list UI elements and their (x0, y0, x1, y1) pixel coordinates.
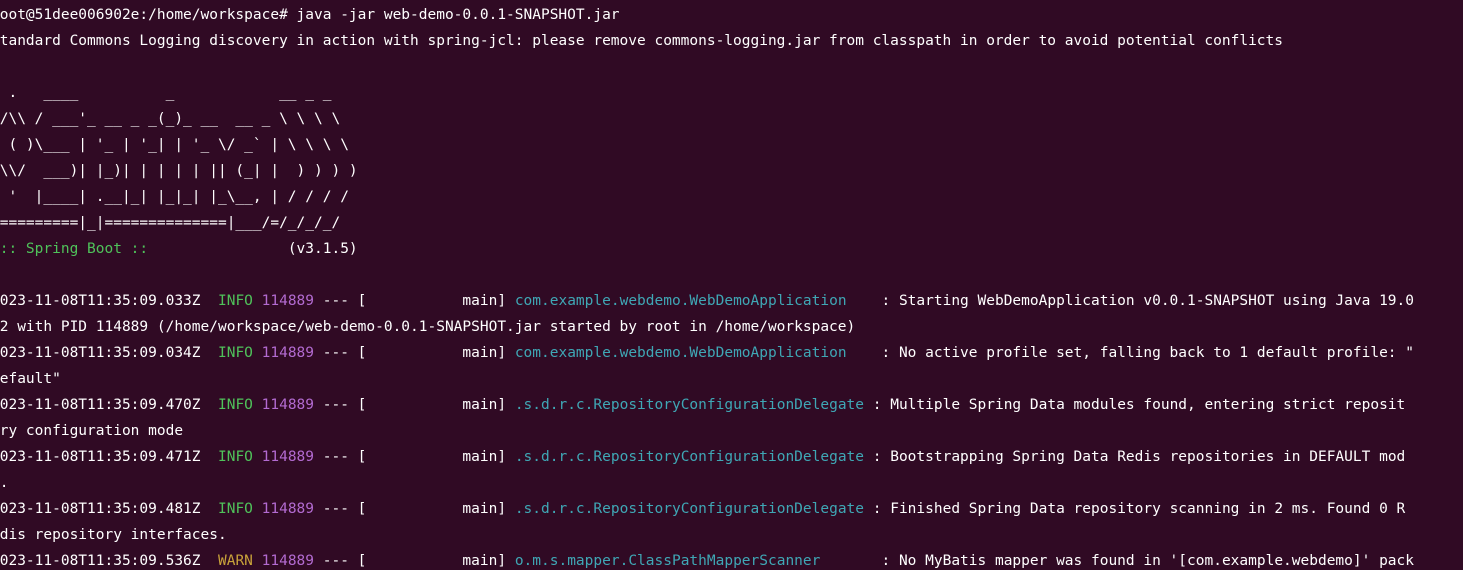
log-message: : No MyBatis mapper was found in '[com.e… (872, 553, 1414, 569)
log-message: : Bootstrapping Spring Data Redis reposi… (864, 449, 1406, 465)
log-line-continuation: e. (0, 475, 9, 491)
log-line: 2023-11-08T11:35:09.033Z INFO 114889 ---… (0, 288, 1414, 314)
log-line: 2023-11-08T11:35:09.470Z INFO 114889 ---… (0, 392, 1414, 418)
log-timestamp: 2023-11-08T11:35:09.034Z (0, 345, 201, 361)
log-message: : Multiple Spring Data modules found, en… (864, 397, 1406, 413)
log-level: INFO (217, 501, 253, 517)
log-thread: --- [ main] (314, 345, 515, 361)
log-thread: --- [ main] (314, 501, 515, 517)
log-thread: --- [ main] (314, 397, 515, 413)
log-level: INFO (217, 397, 253, 413)
log-line: 2023-11-08T11:35:09.034Z INFO 114889 ---… (0, 340, 1414, 366)
log-logger: .s.d.r.c.RepositoryConfigurationDelegate (514, 397, 865, 413)
log-level: INFO (217, 293, 253, 309)
log-line-continuation: ory configuration mode (0, 423, 184, 439)
log-message: : Finished Spring Data repository scanni… (864, 501, 1406, 517)
banner-line: . ____ _ __ _ _ (0, 85, 332, 101)
log-logger: o.m.s.mapper.ClassPathMapperScanner (514, 553, 873, 569)
log-logger: .s.d.r.c.RepositoryConfigurationDelegate (514, 449, 865, 465)
log-pid: 114889 (261, 397, 315, 413)
log-timestamp: 2023-11-08T11:35:09.536Z (0, 553, 201, 569)
command-line: root@51dee006902e:/home/workspace# java … (0, 7, 620, 23)
log-timestamp: 2023-11-08T11:35:09.471Z (0, 449, 201, 465)
log-pid: 114889 (261, 449, 315, 465)
log-pid: 114889 (261, 293, 315, 309)
log-level: INFO (217, 449, 253, 465)
terminal-window[interactable]: root@51dee006902e:/home/workspace# java … (0, 0, 1463, 570)
log-pid: 114889 (261, 345, 315, 361)
log-pid: 114889 (261, 553, 315, 569)
log-line: 2023-11-08T11:35:09.481Z INFO 114889 ---… (0, 496, 1414, 522)
banner-line: ' |____| .__|_| |_|_| |_\__, | / / / / (0, 189, 349, 205)
log-line-continuation: edis repository interfaces. (0, 527, 227, 543)
log-logger: com.example.webdemo.WebDemoApplication (514, 345, 873, 361)
spring-boot-version: (v3.1.5) (156, 241, 358, 257)
log-thread: --- [ main] (314, 553, 515, 569)
log-line-continuation: default" (0, 371, 61, 387)
log-level: INFO (217, 345, 253, 361)
log-line-continuation: .2 with PID 114889 (/home/workspace/web-… (0, 319, 856, 335)
spring-boot-label: :: Spring Boot :: (0, 241, 157, 257)
log-logger: .s.d.r.c.RepositoryConfigurationDelegate (514, 501, 865, 517)
log-message: : Starting WebDemoApplication v0.0.1-SNA… (872, 293, 1414, 309)
log-logger: com.example.webdemo.WebDemoApplication (514, 293, 873, 309)
log-timestamp: 2023-11-08T11:35:09.470Z (0, 397, 201, 413)
banner-line: =========|_|==============|___/=/_/_/_/ (0, 215, 341, 231)
log-line: 2023-11-08T11:35:09.536Z WARN 114889 ---… (0, 548, 1414, 570)
log-message: : No active profile set, falling back to… (872, 345, 1414, 361)
spring-boot-version-line: :: Spring Boot :: (v3.1.5) (0, 236, 1414, 262)
log-thread: --- [ main] (314, 293, 515, 309)
log-line: 2023-11-08T11:35:09.471Z INFO 114889 ---… (0, 444, 1414, 470)
banner-line: ( ( )\___ | '_ | '_| | '_ \/ _` | \ \ \ … (0, 137, 349, 153)
terminal-output: root@51dee006902e:/home/workspace# java … (0, 2, 1414, 570)
log-pid: 114889 (261, 501, 315, 517)
log-thread: --- [ main] (314, 449, 515, 465)
warning-message: Standard Commons Logging discovery in ac… (0, 33, 1284, 49)
log-timestamp: 2023-11-08T11:35:09.481Z (0, 501, 201, 517)
log-level: WARN (217, 553, 253, 569)
log-timestamp: 2023-11-08T11:35:09.033Z (0, 293, 201, 309)
banner-line: /\\ / ___'_ __ _ _(_)_ __ __ _ \ \ \ \ (0, 111, 341, 127)
banner-line: \\/ ___)| |_)| | | | | || (_| | ) ) ) ) (0, 163, 358, 179)
